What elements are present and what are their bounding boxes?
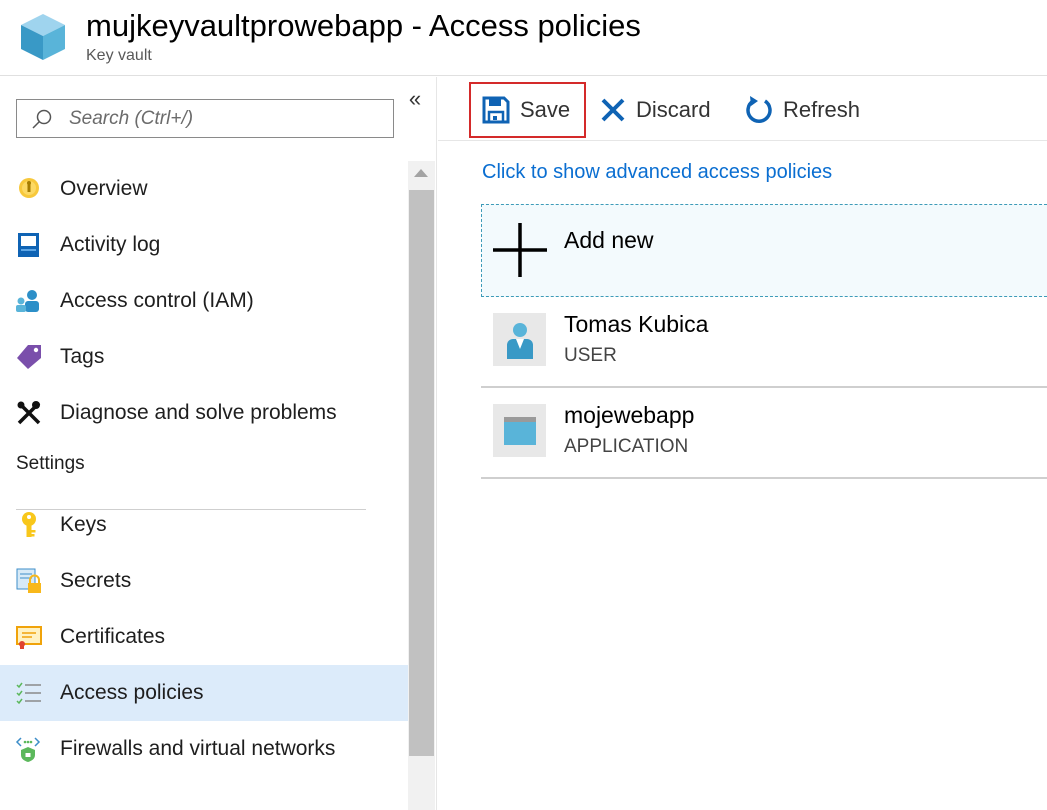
sidebar-item-tags[interactable]: Tags (0, 329, 408, 385)
discard-label: Discard (636, 97, 711, 122)
sidebar-item-label: Access policies (60, 681, 204, 704)
page-subtitle: Key vault (86, 47, 152, 64)
sidebar-scrollbar[interactable] (408, 161, 435, 810)
refresh-icon (746, 96, 772, 123)
policy-type: APPLICATION (564, 436, 689, 457)
search-icon (32, 109, 52, 129)
close-x-icon (601, 98, 625, 122)
sidebar-item-label: Keys (60, 513, 107, 536)
sidebar-item-label: Activity log (60, 233, 161, 256)
overview-bulb-icon (15, 175, 43, 203)
activity-log-book-icon (15, 231, 43, 259)
scrollbar-thumb[interactable] (409, 190, 434, 756)
user-avatar-icon (493, 313, 546, 366)
secret-lock-icon (15, 567, 43, 595)
sidebar-item-firewalls[interactable]: Firewalls and virtual networks (0, 721, 408, 777)
scroll-up-arrow-icon[interactable] (414, 169, 428, 177)
access-policies-list-icon (15, 679, 43, 707)
sidebar-item-label: Diagnose and solve problems (60, 401, 337, 424)
refresh-button[interactable]: Refresh (744, 82, 860, 138)
page-header: mujkeyvaultprowebapp - Access policies K… (0, 0, 1047, 76)
save-label: Save (520, 97, 571, 122)
page-title: mujkeyvaultprowebapp - Access policies (86, 8, 641, 43)
save-button[interactable]: Save (469, 82, 586, 138)
add-new-button[interactable]: Add new (481, 204, 1047, 297)
tag-icon (15, 343, 43, 371)
settings-divider (16, 509, 366, 510)
policy-type: USER (564, 345, 617, 366)
sidebar-item-overview[interactable]: Overview (0, 161, 408, 217)
policy-name: Tomas Kubica (564, 311, 709, 337)
sidebar-item-access-control[interactable]: Access control (IAM) (0, 273, 408, 329)
sidebar-item-secrets[interactable]: Secrets (0, 553, 408, 609)
sidebar-item-activity-log[interactable]: Activity log (0, 217, 408, 273)
refresh-label: Refresh (783, 97, 861, 122)
sidebar: « Overview Activity log Access control (… (0, 77, 437, 810)
sidebar-item-label: Access control (IAM) (60, 289, 254, 312)
sidebar-item-diagnose[interactable]: Diagnose and solve problems (0, 385, 408, 441)
collapse-sidebar-button[interactable]: « (403, 87, 427, 111)
key-icon (15, 511, 43, 539)
certificate-icon (15, 623, 43, 651)
search-box[interactable] (16, 99, 394, 138)
sidebar-item-keys[interactable]: Keys (0, 497, 408, 553)
policy-row-user[interactable]: Tomas Kubica USER (481, 297, 1047, 388)
plus-icon (493, 223, 547, 277)
show-advanced-policies-link[interactable]: Click to show advanced access policies (482, 161, 832, 184)
sidebar-nav: Overview Activity log Access control (IA… (0, 161, 408, 777)
save-disk-icon (482, 96, 510, 124)
sidebar-item-access-policies[interactable]: Access policies (0, 665, 408, 721)
sidebar-item-certificates[interactable]: Certificates (0, 609, 408, 665)
application-window-icon (493, 404, 546, 457)
sidebar-item-label: Secrets (60, 569, 132, 592)
policy-name: mojewebapp (564, 402, 695, 428)
sidebar-item-label: Overview (60, 177, 148, 200)
command-toolbar: Save Discard Refresh (438, 77, 1047, 141)
settings-heading: Settings (16, 453, 85, 474)
discard-button[interactable]: Discard (600, 82, 711, 138)
wrench-screwdriver-icon (15, 399, 43, 427)
policy-row-application[interactable]: mojewebapp APPLICATION (481, 388, 1047, 479)
sidebar-item-label: Certificates (60, 625, 166, 648)
firewall-network-icon (15, 735, 43, 763)
search-input[interactable] (69, 107, 369, 130)
sidebar-item-label: Tags (60, 345, 105, 368)
people-icon (15, 287, 43, 315)
key-vault-cube-icon (21, 14, 65, 60)
add-new-label: Add new (564, 227, 654, 253)
sidebar-item-label: Firewalls and virtual networks (60, 737, 336, 760)
